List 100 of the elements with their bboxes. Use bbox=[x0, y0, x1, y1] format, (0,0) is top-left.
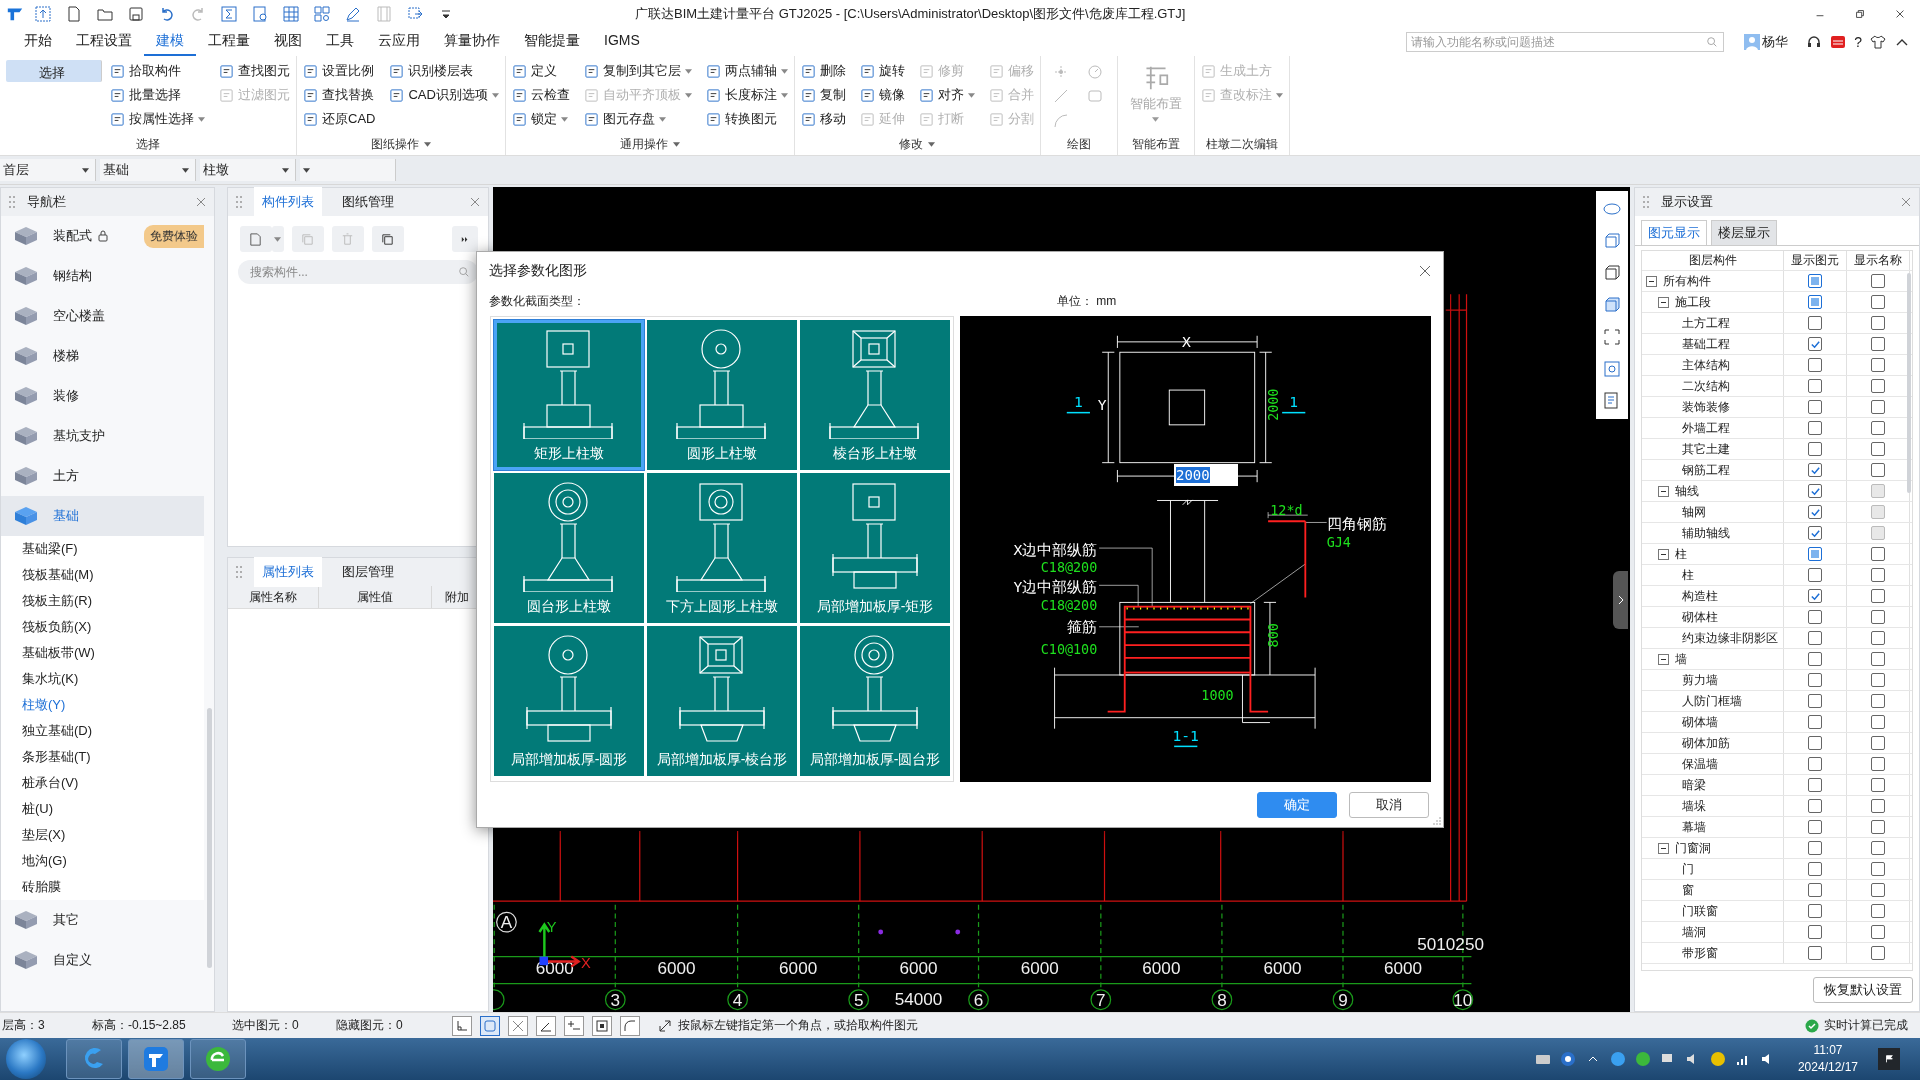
checkbox[interactable] bbox=[1871, 442, 1886, 456]
shape-option[interactable]: 局部增加板厚-矩形 bbox=[800, 473, 950, 623]
checkbox[interactable] bbox=[1871, 589, 1886, 603]
checkbox[interactable] bbox=[1808, 358, 1823, 372]
tree-item[interactable]: 二次结构 bbox=[1682, 377, 1731, 395]
checkbox[interactable] bbox=[1871, 736, 1886, 750]
checkbox[interactable] bbox=[1808, 421, 1823, 435]
user-name[interactable]: 杨华 bbox=[1762, 33, 1789, 51]
checkbox[interactable] bbox=[1808, 925, 1823, 939]
tree-item[interactable]: 暗梁 bbox=[1682, 776, 1707, 794]
pen-icon[interactable] bbox=[344, 5, 362, 23]
caret-icon[interactable] bbox=[423, 141, 431, 147]
ribbon-button[interactable]: 旋转 bbox=[859, 60, 905, 82]
checkbox[interactable] bbox=[1871, 946, 1886, 960]
tree-item[interactable]: 墙洞 bbox=[1682, 923, 1707, 941]
checkbox[interactable] bbox=[1808, 442, 1823, 456]
cube-icon[interactable] bbox=[1602, 263, 1623, 283]
nav-category[interactable]: 其它 bbox=[1, 900, 204, 940]
nav-item[interactable]: 桩(U) bbox=[1, 796, 204, 822]
nav-item[interactable]: 柱墩(Y) bbox=[1, 692, 204, 718]
tree-item[interactable]: 主体结构 bbox=[1682, 356, 1731, 374]
ribbon-button[interactable]: 云检查 bbox=[511, 84, 570, 106]
ribbon-button[interactable]: 删除 bbox=[800, 60, 846, 82]
nav-item[interactable]: 砖胎膜 bbox=[1, 874, 204, 900]
checkbox[interactable] bbox=[1871, 568, 1886, 582]
dropdown[interactable]: 首层 bbox=[0, 159, 96, 181]
fullscreen-icon[interactable] bbox=[1602, 327, 1623, 347]
nav-item[interactable]: 基础板带(W) bbox=[1, 640, 204, 666]
tree-item[interactable]: 基础工程 bbox=[1682, 335, 1731, 353]
checkbox[interactable] bbox=[1808, 883, 1823, 897]
tree-item[interactable]: 墙垛 bbox=[1682, 797, 1707, 815]
ribbon-button[interactable]: 镜像 bbox=[859, 84, 905, 106]
shape-option[interactable]: 矩形上柱墩 bbox=[494, 320, 644, 470]
collapse-icon[interactable] bbox=[1658, 485, 1670, 497]
menu-tab[interactable]: 智能提量 bbox=[512, 28, 592, 56]
calendar-icon[interactable] bbox=[1830, 34, 1847, 50]
checkbox[interactable] bbox=[1808, 589, 1823, 603]
dropdown[interactable]: 柱墩 bbox=[200, 159, 296, 181]
menu-tab[interactable]: IGMS bbox=[592, 28, 652, 56]
tree-item[interactable]: 门联窗 bbox=[1682, 902, 1719, 920]
checkbox[interactable] bbox=[1871, 673, 1886, 687]
nav-category[interactable]: 装修 bbox=[1, 376, 204, 416]
checkbox[interactable] bbox=[1871, 400, 1886, 414]
clock-date[interactable]: 2024/12/17 bbox=[1797, 1059, 1858, 1076]
nav-item[interactable]: 垫层(X) bbox=[1, 822, 204, 848]
checkbox[interactable] bbox=[1871, 463, 1886, 477]
checkbox[interactable] bbox=[1808, 694, 1823, 708]
collapse-icon[interactable] bbox=[1658, 296, 1670, 308]
search-field[interactable]: 请输入功能名称或问题描述 bbox=[1406, 32, 1725, 52]
nav-item[interactable]: 筏板主筋(R) bbox=[1, 588, 204, 614]
tree-item[interactable]: 土方工程 bbox=[1682, 314, 1731, 332]
grid-search-icon[interactable] bbox=[313, 5, 331, 23]
ribbon-button[interactable]: 长度标注 bbox=[705, 84, 788, 106]
menu-tab[interactable]: 工具 bbox=[314, 28, 366, 56]
show-desktop-button[interactable] bbox=[1878, 1048, 1900, 1070]
checkbox[interactable] bbox=[1808, 274, 1823, 288]
checkbox[interactable] bbox=[1808, 946, 1823, 960]
close-icon[interactable] bbox=[1894, 8, 1906, 20]
cross-button[interactable] bbox=[508, 1015, 528, 1036]
shape-option[interactable]: 局部增加板厚-圆形 bbox=[494, 626, 644, 776]
checkbox[interactable] bbox=[1871, 778, 1886, 792]
nav-item[interactable]: 筏板基础(M) bbox=[1, 562, 204, 588]
search-field[interactable]: 搜索构件... bbox=[237, 260, 478, 284]
new-button[interactable] bbox=[239, 226, 272, 252]
ribbon-button[interactable]: 图元存盘 bbox=[583, 108, 692, 130]
checkbox[interactable] bbox=[1808, 715, 1823, 729]
dropdown[interactable]: 基础 bbox=[100, 159, 196, 181]
collapse-icon[interactable] bbox=[1658, 653, 1670, 665]
snap-button[interactable] bbox=[480, 1015, 500, 1036]
panel-tab[interactable]: 楼层显示 bbox=[1711, 220, 1778, 245]
sum-icon[interactable] bbox=[220, 5, 238, 23]
collapse-icon[interactable] bbox=[1658, 548, 1670, 560]
tree-item[interactable]: 所有构件 bbox=[1663, 272, 1712, 290]
tree-item[interactable]: 带形窗 bbox=[1682, 944, 1719, 962]
tree-item[interactable]: 门 bbox=[1682, 860, 1695, 878]
drag-handle-icon[interactable] bbox=[235, 565, 242, 579]
checkbox[interactable] bbox=[1808, 904, 1823, 918]
report-icon[interactable] bbox=[251, 5, 269, 23]
checkbox[interactable] bbox=[1871, 799, 1886, 813]
checkbox[interactable] bbox=[1808, 379, 1823, 393]
checkbox[interactable] bbox=[1808, 568, 1823, 582]
checkbox[interactable] bbox=[1808, 295, 1823, 309]
nav-category[interactable]: 土方 bbox=[1, 456, 204, 496]
nav-category[interactable]: 空心楼盖 bbox=[1, 296, 204, 336]
drag-handle-icon[interactable] bbox=[235, 195, 242, 209]
tree-item[interactable]: 砌体柱 bbox=[1682, 608, 1719, 626]
checkbox[interactable] bbox=[1808, 631, 1823, 645]
ribbon-button[interactable]: 批量选择 bbox=[110, 84, 205, 106]
tree-item[interactable]: 装饰装修 bbox=[1682, 398, 1731, 416]
dimension-input[interactable]: 2000 bbox=[1174, 464, 1238, 486]
tree-item[interactable]: 轴网 bbox=[1682, 503, 1707, 521]
checkbox[interactable] bbox=[1871, 841, 1886, 855]
ribbon-button[interactable]: 拾取构件 bbox=[110, 60, 205, 82]
checkbox[interactable] bbox=[1871, 757, 1886, 771]
tree-item[interactable]: 砌体加筋 bbox=[1682, 734, 1731, 752]
tree-item[interactable]: 约束边缘非阴影区 bbox=[1682, 629, 1779, 647]
checkbox[interactable] bbox=[1871, 379, 1886, 393]
ribbon-button[interactable]: 复制 bbox=[800, 84, 846, 106]
nav-item[interactable]: 筏板负筋(X) bbox=[1, 614, 204, 640]
checkbox[interactable] bbox=[1808, 736, 1823, 750]
